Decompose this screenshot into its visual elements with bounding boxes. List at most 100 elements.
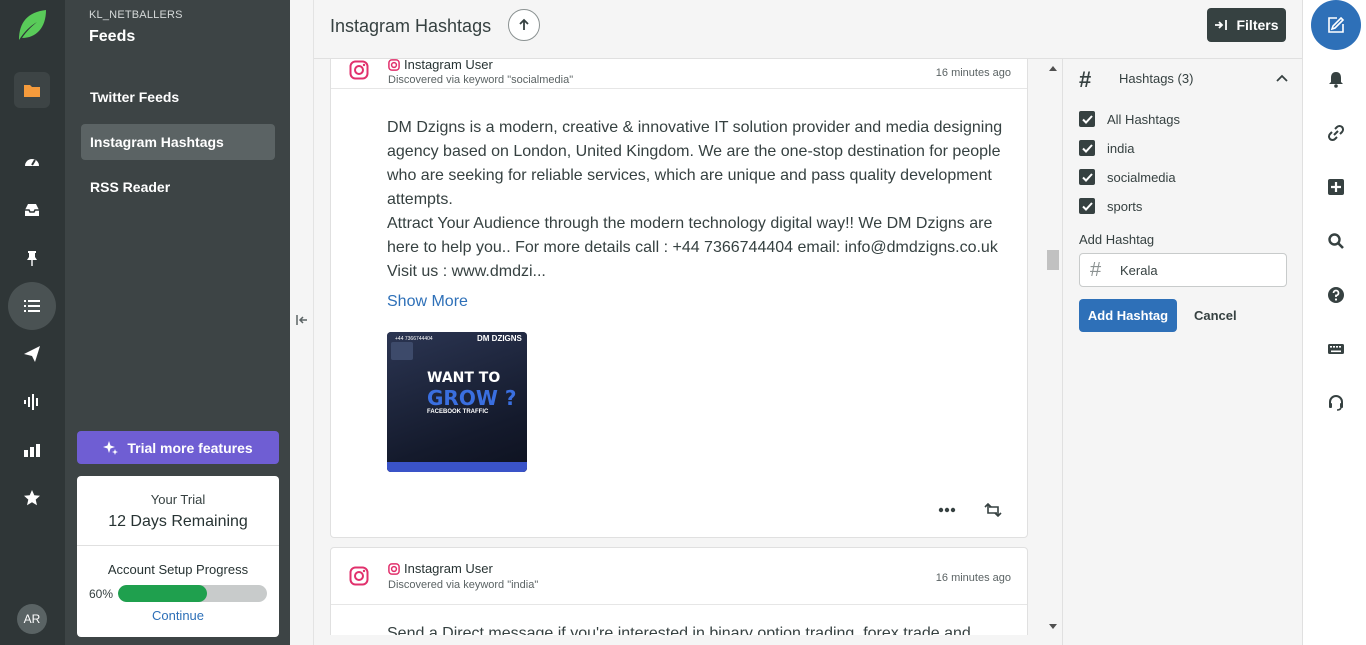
keyboard-icon[interactable] bbox=[1327, 340, 1345, 358]
filter-panel: # Hashtags (3) All Hashtags india social… bbox=[1062, 59, 1302, 645]
add-hashtag-button[interactable]: Add Hashtag bbox=[1079, 299, 1177, 332]
instagram-small-icon bbox=[388, 59, 400, 71]
help-icon[interactable] bbox=[1327, 286, 1345, 304]
sparkle-icon bbox=[103, 440, 119, 455]
filters-label: Filters bbox=[1236, 17, 1279, 33]
instagram-icon bbox=[349, 60, 369, 80]
setup-progress-percent: 60% bbox=[89, 587, 114, 601]
add-hashtag-label: Add Hashtag bbox=[1079, 232, 1155, 247]
reports-icon[interactable] bbox=[8, 426, 56, 474]
hashtag-option-label: All Hashtags bbox=[1107, 111, 1180, 127]
compose-button[interactable] bbox=[1311, 0, 1361, 50]
post-image[interactable]: +44 7366744404 DM DZIGNS WANT TO GROW ? … bbox=[387, 332, 527, 472]
feed-scrollbar[interactable] bbox=[1044, 59, 1062, 635]
hashtag-option[interactable]: All Hashtags bbox=[1079, 111, 1180, 127]
checkbox-checked[interactable] bbox=[1079, 111, 1095, 127]
image-phone: +44 7366744404 bbox=[395, 336, 433, 342]
trial-card: Your Trial 12 Days Remaining Account Set… bbox=[77, 476, 279, 637]
hashtag-icon: # bbox=[1079, 67, 1092, 92]
hashtags-header-label: Hashtags (3) bbox=[1119, 71, 1194, 86]
page-title: Instagram Hashtags bbox=[330, 16, 492, 36]
checkbox-checked[interactable] bbox=[1079, 198, 1095, 214]
checkbox-checked[interactable] bbox=[1079, 169, 1095, 185]
link-icon[interactable] bbox=[1327, 124, 1345, 142]
scroll-thumb[interactable] bbox=[1047, 250, 1059, 270]
post-header: Instagram User Discovered via keyword "i… bbox=[331, 548, 1027, 605]
show-more-link[interactable]: Show More bbox=[387, 293, 468, 311]
nav-item-rss-reader[interactable]: RSS Reader bbox=[81, 169, 275, 205]
page-header: Instagram Hashtags bbox=[314, 0, 1302, 59]
instagram-icon bbox=[349, 566, 369, 586]
avatar[interactable]: AR bbox=[17, 604, 47, 634]
post-discovered: Discovered via keyword "socialmedia" bbox=[388, 74, 574, 86]
feeds-list-icon[interactable] bbox=[8, 282, 56, 330]
nav-item-twitter-feeds[interactable]: Twitter Feeds bbox=[81, 79, 275, 115]
scroll-top-button[interactable] bbox=[508, 9, 540, 41]
reviews-star-icon[interactable] bbox=[8, 474, 56, 522]
trial-features-label: Trial more features bbox=[127, 439, 253, 456]
feed-post: Instagram User Discovered via keyword "i… bbox=[330, 547, 1028, 635]
post-time: 16 minutes ago bbox=[935, 572, 1011, 584]
post-author[interactable]: Instagram User bbox=[388, 561, 493, 576]
collapse-sidebar-handle[interactable] bbox=[290, 0, 314, 645]
hashtag-option[interactable]: socialmedia bbox=[1079, 169, 1176, 185]
post-body: Send a Direct message if you're interest… bbox=[387, 622, 1012, 635]
trial-features-button[interactable]: Trial more features bbox=[77, 431, 279, 464]
scroll-down-arrow[interactable] bbox=[1049, 624, 1057, 629]
post-paragraph: Attract Your Audience through the modern… bbox=[387, 215, 998, 280]
cancel-button[interactable]: Cancel bbox=[1194, 308, 1237, 323]
search-icon[interactable] bbox=[1327, 232, 1345, 250]
hashtag-option-label: sports bbox=[1107, 198, 1143, 214]
post-discovered: Discovered via keyword "india" bbox=[388, 579, 539, 591]
org-name: KL_NETBALLERS bbox=[89, 9, 183, 21]
image-headline-1: WANT TO bbox=[427, 370, 501, 386]
retweet-icon[interactable] bbox=[981, 500, 1005, 520]
post-paragraph: DM Dzigns is a modern, creative & innova… bbox=[387, 119, 1003, 208]
hashtag-option-label: india bbox=[1107, 140, 1135, 156]
checkbox-checked[interactable] bbox=[1079, 140, 1095, 156]
listening-icon[interactable] bbox=[8, 378, 56, 426]
hashtag-option-label: socialmedia bbox=[1107, 169, 1176, 185]
your-trial-label: Your Trial bbox=[150, 492, 206, 507]
compose-icon bbox=[1328, 16, 1345, 33]
continue-link[interactable]: Continue bbox=[77, 608, 279, 623]
filters-collapse-icon bbox=[1215, 20, 1228, 30]
arrow-up-icon bbox=[519, 18, 529, 30]
post-author[interactable]: Instagram User bbox=[388, 59, 493, 72]
folder-icon[interactable] bbox=[14, 72, 50, 108]
image-headline-2: GROW ? bbox=[427, 386, 517, 410]
send-icon[interactable] bbox=[8, 330, 56, 378]
add-hashtag-field[interactable]: # bbox=[1079, 253, 1287, 287]
nav-item-instagram-hashtags[interactable]: Instagram Hashtags bbox=[81, 124, 275, 160]
bell-icon[interactable] bbox=[1327, 70, 1345, 88]
more-options-icon[interactable] bbox=[935, 500, 959, 520]
filters-button[interactable]: Filters bbox=[1207, 8, 1286, 42]
post-body: DM Dzigns is a modern, creative & innova… bbox=[387, 116, 1012, 284]
chevron-up-icon[interactable] bbox=[1275, 71, 1289, 85]
post-author-name: Instagram User bbox=[404, 59, 493, 72]
support-headset-icon[interactable] bbox=[1327, 394, 1345, 412]
divider bbox=[77, 545, 279, 546]
feed-post: Instagram User Discovered via keyword "s… bbox=[330, 59, 1028, 538]
hashtag-option[interactable]: sports bbox=[1079, 198, 1142, 214]
pin-icon[interactable] bbox=[8, 234, 56, 282]
inbox-icon[interactable] bbox=[8, 186, 56, 234]
post-paragraph: Send a Direct message if you're interest… bbox=[387, 625, 971, 635]
hashtag-option[interactable]: india bbox=[1079, 140, 1134, 156]
dashboard-icon[interactable] bbox=[8, 138, 56, 186]
instagram-small-icon bbox=[388, 562, 400, 575]
collapse-left-icon bbox=[296, 315, 307, 325]
trial-remaining: 12 Days Remaining bbox=[108, 513, 248, 530]
hashtag-input-icon: # bbox=[1090, 259, 1102, 281]
setup-progress-bar bbox=[118, 585, 267, 602]
post-author-name: Instagram User bbox=[404, 561, 493, 576]
right-action-rail bbox=[1302, 0, 1366, 645]
add-square-icon[interactable] bbox=[1327, 178, 1345, 196]
section-title: Feeds bbox=[89, 28, 136, 45]
sprout-logo[interactable] bbox=[16, 8, 48, 42]
setup-progress-fill bbox=[118, 585, 208, 602]
scroll-up-arrow[interactable] bbox=[1049, 66, 1057, 71]
add-hashtag-input[interactable] bbox=[1120, 260, 1280, 280]
post-time: 16 minutes ago bbox=[935, 67, 1011, 79]
hashtags-section-header[interactable]: # Hashtags (3) bbox=[1079, 67, 1289, 92]
